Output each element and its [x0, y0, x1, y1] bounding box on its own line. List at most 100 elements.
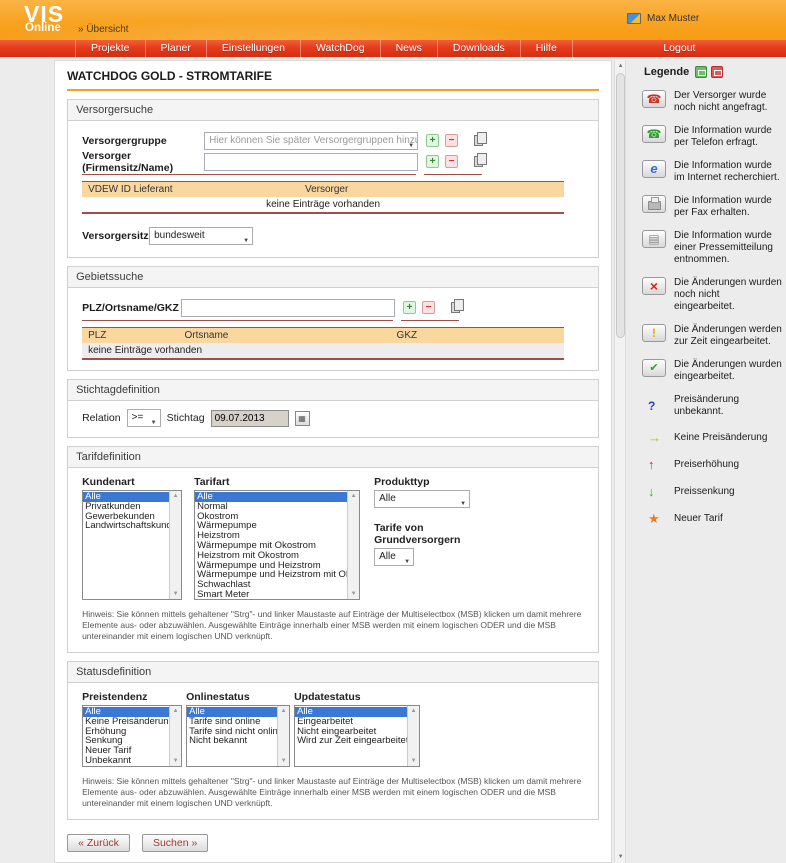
- kundenart-option[interactable]: Landwirtschaftskunden: [83, 521, 169, 531]
- versorgergruppe-add-icon[interactable]: +: [426, 134, 440, 147]
- green-check-icon: ✔: [642, 359, 666, 377]
- back-button[interactable]: « Zurück: [67, 834, 130, 852]
- section-versorgersuche: Versorgersuche Versorgergruppe Hier könn…: [67, 99, 600, 258]
- onlinestatus-option[interactable]: Nicht bekannt: [187, 736, 277, 746]
- arrow-right-icon: →: [648, 430, 661, 445]
- preistendenz-option[interactable]: Keine Preisänderung: [83, 717, 169, 727]
- legend-panel: Legende ☎ Der Versorger wurde noch nicht…: [626, 60, 786, 863]
- preistendenz-option[interactable]: Erhöhung: [83, 727, 169, 737]
- grundversorger-select[interactable]: Alle: [374, 548, 415, 566]
- legend-expand-icon[interactable]: [695, 66, 708, 78]
- tarifart-option[interactable]: Normal: [195, 502, 347, 512]
- updatestatus-scrollbar[interactable]: ▲ ▼: [407, 706, 420, 766]
- nav-item-einstellungen[interactable]: Einstellungen: [205, 40, 300, 57]
- kundenart-option[interactable]: Alle: [83, 492, 170, 502]
- updatestatus-listbox[interactable]: Alle Eingearbeitet Nicht eingearbeitet W…: [294, 705, 421, 767]
- search-button[interactable]: Suchen »: [141, 834, 209, 852]
- tarifart-option[interactable]: Wärmepumpe: [195, 521, 347, 531]
- logo-text-online: Online: [25, 22, 61, 34]
- tarifart-scrollbar[interactable]: ▲ ▼: [347, 491, 360, 599]
- breadcrumb-uebersicht[interactable]: » Übersicht: [78, 24, 129, 35]
- nav-item-planer[interactable]: Planer: [144, 40, 206, 57]
- legend-item: ✔ Die Änderungen wurden eingearbeitet.: [640, 359, 782, 383]
- updatestatus-option[interactable]: Nicht eingearbeitet: [295, 727, 407, 737]
- versorger-remove-icon[interactable]: −: [445, 155, 459, 168]
- tarifart-option[interactable]: Heizstrom mit Ökostrom: [195, 551, 347, 561]
- tarifart-listbox[interactable]: Alle Normal Ökostrom Wärmepumpe Heizstro…: [194, 490, 361, 600]
- fax-icon: [642, 195, 666, 213]
- scrollbar-down-icon[interactable]: ▼: [615, 851, 626, 863]
- versorgersitz-select[interactable]: bundesweit: [149, 226, 254, 245]
- onlinestatus-listbox[interactable]: Alle Tarife sind online Tarife sind nich…: [186, 705, 291, 767]
- user-icon: [627, 13, 641, 24]
- plz-remove-icon[interactable]: −: [422, 301, 436, 314]
- onlinestatus-label: Onlinestatus: [186, 691, 250, 703]
- nav-item-hilfe[interactable]: Hilfe: [519, 40, 572, 57]
- onlinestatus-option[interactable]: Tarife sind online: [187, 717, 277, 727]
- onlinestatus-option[interactable]: Alle: [187, 707, 278, 717]
- updatestatus-option[interactable]: Wird zur Zeit eingearbeitet: [295, 736, 407, 746]
- content-panel: WATCHDOG GOLD - STROMTARIFE Versorgersuc…: [54, 60, 613, 863]
- versorgergruppe-remove-icon[interactable]: −: [445, 134, 459, 147]
- legend-item: Die Information wurde per Fax erhalten.: [640, 195, 782, 219]
- versorger-table-empty-row: keine Einträge vorhanden: [82, 197, 565, 214]
- kundenart-scrollbar[interactable]: ▲ ▼: [169, 491, 182, 599]
- tarifart-option[interactable]: Ökostrom: [195, 512, 347, 522]
- versorgergruppe-label: Versorgergruppe: [82, 134, 167, 147]
- user-box: Max Muster: [627, 13, 699, 24]
- nav-item-watchdog[interactable]: WatchDog: [299, 40, 380, 57]
- produkttyp-select[interactable]: Alle: [374, 490, 471, 508]
- tarifart-option[interactable]: Alle: [195, 492, 348, 502]
- nav-item-downloads[interactable]: Downloads: [436, 40, 520, 57]
- section-body-tarifdefinition: Kundenart Alle Privatkunden Gewerbekunde…: [68, 468, 599, 652]
- tarifart-option[interactable]: Wärmepumpe und Heizstrom mit Ökostrom: [195, 570, 347, 580]
- versorgergruppe-copy-icon[interactable]: [474, 132, 488, 146]
- tarifart-option[interactable]: Wärmepumpe mit Ökostrom: [195, 541, 347, 551]
- kundenart-option[interactable]: Privatkunden: [83, 502, 169, 512]
- tarifart-option[interactable]: Heizstrom: [195, 531, 347, 541]
- plz-input[interactable]: [181, 298, 396, 317]
- onlinestatus-scrollbar[interactable]: ▲ ▼: [277, 706, 290, 766]
- calendar-icon[interactable]: ▦: [294, 410, 310, 426]
- section-header-stichtag: Stichtagdefinition: [68, 380, 599, 401]
- content-scrollbar[interactable]: ▲ ▼: [614, 60, 626, 863]
- updatestatus-option[interactable]: Eingearbeitet: [295, 717, 407, 727]
- plz-add-icon[interactable]: +: [403, 301, 417, 314]
- app-header: VIS Online » Übersicht Max Muster: [0, 0, 786, 40]
- legend-item: ☎ Der Versorger wurde noch nicht angefra…: [640, 90, 782, 114]
- versorger-add-icon[interactable]: +: [426, 155, 440, 168]
- preistendenz-option[interactable]: Senkung: [83, 736, 169, 746]
- tarifart-option[interactable]: Smart Meter: [195, 590, 347, 599]
- section-body-statusdefinition: Preistendenz Alle Keine Preisänderung Er…: [68, 683, 599, 819]
- tarifart-option[interactable]: Wärmepumpe und Heizstrom: [195, 561, 347, 571]
- nav-item-projekte[interactable]: Projekte: [75, 40, 145, 57]
- preistendenz-listbox[interactable]: Alle Keine Preisänderung Erhöhung Senkun…: [82, 705, 183, 767]
- question-mark-icon: ?: [648, 399, 656, 413]
- preistendenz-option[interactable]: Neuer Tarif: [83, 746, 169, 756]
- onlinestatus-option[interactable]: Tarife sind nicht online: [187, 727, 277, 737]
- versorger-copy-icon[interactable]: [474, 153, 488, 167]
- preistendenz-option[interactable]: Alle: [83, 707, 170, 717]
- section-body-gebietssuche: PLZ/Ortsname/GKZ + − PLZ Ortsname GKZ ke…: [68, 288, 599, 370]
- relation-select[interactable]: >=: [126, 409, 161, 427]
- versorger-input[interactable]: [204, 152, 419, 171]
- legend-collapse-icon[interactable]: [711, 66, 724, 78]
- nav-item-news[interactable]: News: [379, 40, 437, 57]
- scrollbar-thumb[interactable]: [616, 73, 626, 338]
- versorgergruppe-select[interactable]: Hier können Sie später Versorgergruppen …: [204, 131, 419, 150]
- kundenart-listbox[interactable]: Alle Privatkunden Gewerbekunden Landwirt…: [82, 490, 183, 600]
- preistendenz-option[interactable]: Unbekannt: [83, 756, 169, 766]
- section-header-versorgersuche: Versorgersuche: [68, 100, 599, 121]
- preistendenz-scrollbar[interactable]: ▲ ▼: [169, 706, 182, 766]
- plz-copy-icon[interactable]: [451, 299, 465, 313]
- phone-red-icon: ☎: [642, 90, 666, 108]
- updatestatus-option[interactable]: Alle: [295, 707, 408, 717]
- internet-explorer-icon: e: [642, 160, 666, 178]
- tarifart-option[interactable]: Schwachlast: [195, 580, 347, 590]
- preistendenz-label: Preistendenz: [82, 691, 148, 703]
- kundenart-option[interactable]: Gewerbekunden: [83, 512, 169, 522]
- scrollbar-up-icon[interactable]: ▲: [615, 60, 626, 72]
- logout-button[interactable]: Logout: [571, 40, 786, 57]
- stichtag-date-input[interactable]: [210, 409, 289, 427]
